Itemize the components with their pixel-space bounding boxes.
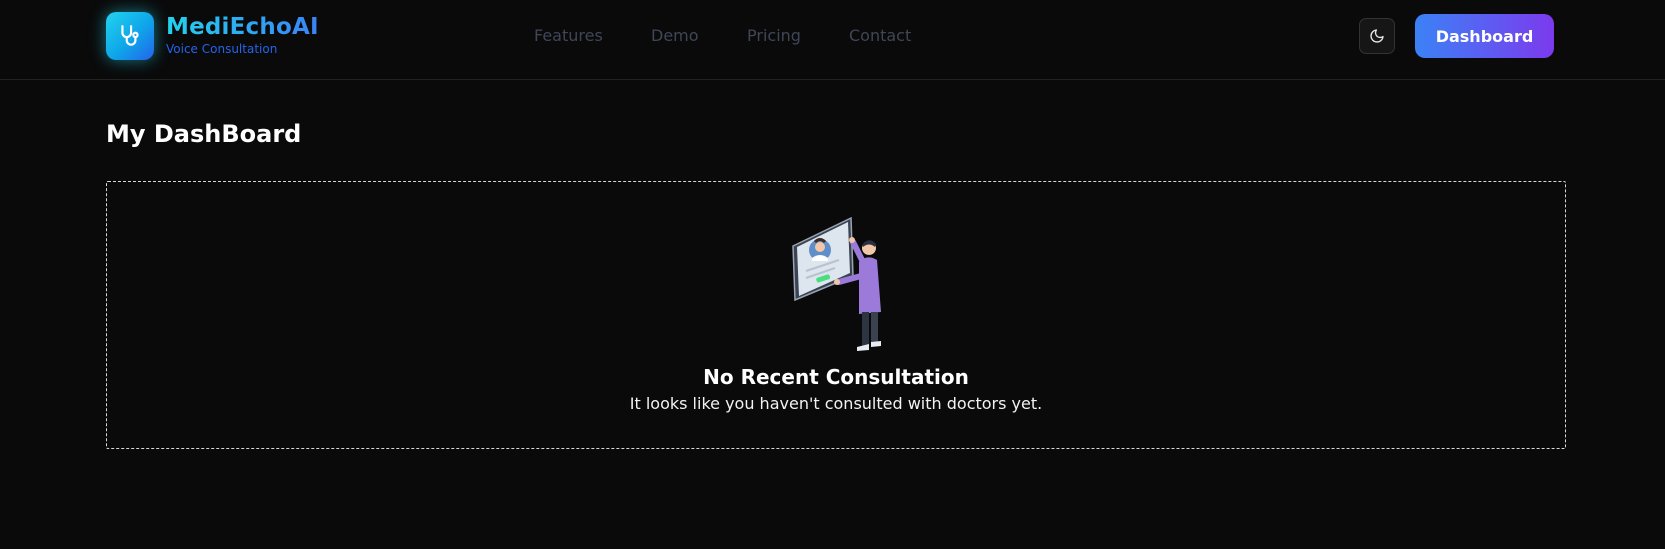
logo-badge[interactable] bbox=[106, 12, 154, 60]
moon-icon bbox=[1370, 29, 1384, 43]
brand-tagline: Voice Consultation bbox=[166, 42, 278, 56]
doctor-tablet-illustration bbox=[792, 216, 881, 351]
dashboard-button[interactable]: Dashboard bbox=[1415, 14, 1554, 58]
nav-link-contact[interactable]: Contact bbox=[849, 26, 911, 45]
empty-state-title: No Recent Consultation bbox=[703, 365, 969, 389]
top-navbar: MediEchoAI Voice Consultation Features D… bbox=[0, 0, 1665, 80]
page-title: My DashBoard bbox=[106, 120, 302, 148]
brand-name[interactable]: MediEchoAI bbox=[166, 14, 319, 40]
empty-state-description: It looks like you haven't consulted with… bbox=[629, 394, 1043, 413]
nav-link-pricing[interactable]: Pricing bbox=[747, 26, 801, 45]
stethoscope-icon bbox=[121, 25, 139, 46]
tablet-device bbox=[792, 216, 854, 302]
theme-toggle-button[interactable] bbox=[1359, 18, 1395, 54]
nav-link-features[interactable]: Features bbox=[534, 26, 603, 45]
nav-link-demo[interactable]: Demo bbox=[651, 26, 699, 45]
empty-state-panel: No Recent Consultation It looks like you… bbox=[106, 181, 1566, 449]
